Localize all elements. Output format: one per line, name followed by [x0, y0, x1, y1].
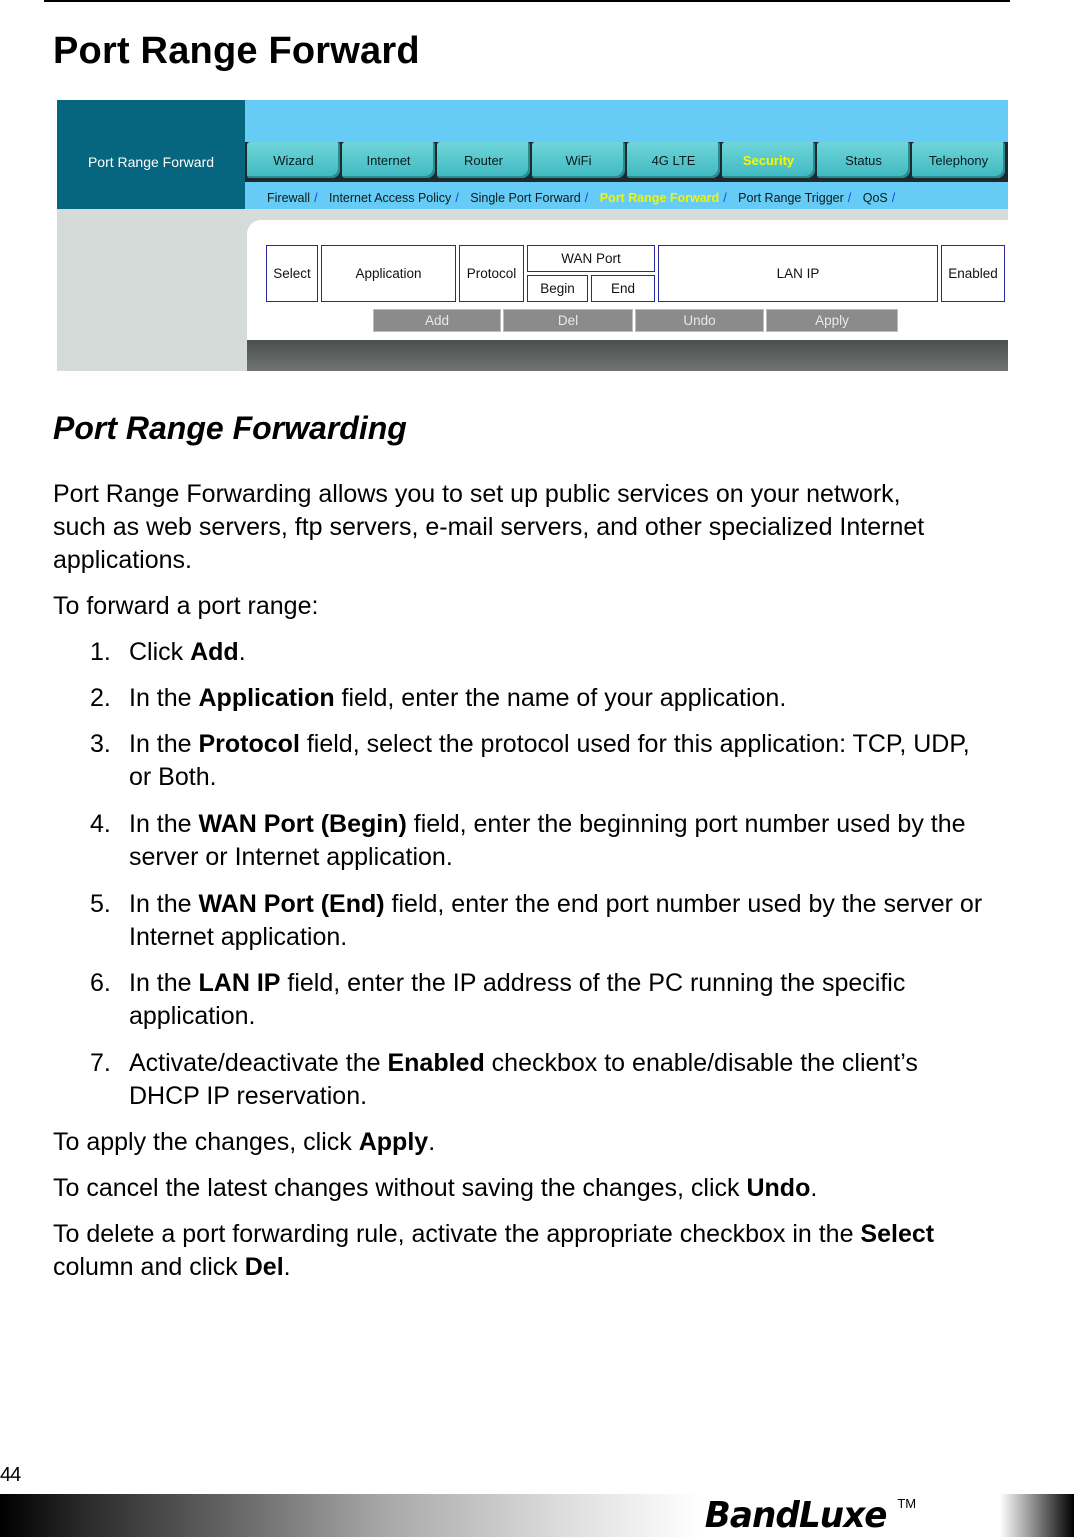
step-number: 5. [90, 890, 111, 918]
header-wan-begin: Begin [527, 275, 588, 302]
footer-gradient-bar [0, 1494, 700, 1537]
step-item: 5. In the WAN Port (End) field, enter th… [90, 888, 1015, 954]
header-protocol: Protocol [459, 245, 524, 302]
tab-internet[interactable]: Internet [342, 142, 435, 178]
left-panel [57, 209, 245, 371]
page-label: Port Range Forward [87, 154, 215, 170]
step-text: . [238, 638, 246, 666]
step-text: In the [129, 684, 199, 712]
step-item: 2. In the Application field, enter the n… [90, 682, 1020, 715]
step-text: In the [129, 730, 199, 758]
subnav-separator: / [891, 191, 896, 205]
step-keyword: Enabled [387, 1049, 485, 1077]
step-number: 6. [90, 969, 111, 997]
subnav-separator: / [314, 191, 318, 205]
page-title: Port Range Forward [53, 30, 420, 72]
note-text: . [810, 1174, 818, 1202]
step-text: Activate/deactivate the [129, 1049, 388, 1077]
top-rule [44, 0, 1010, 2]
step-number: 7. [90, 1049, 111, 1077]
undo-button[interactable]: Undo [635, 309, 764, 332]
step-keyword: WAN Port (Begin) [198, 810, 407, 838]
apply-note: To apply the changes, click Apply. [53, 1126, 1013, 1159]
note-keyword: Undo [746, 1174, 811, 1202]
apply-button[interactable]: Apply [766, 309, 898, 332]
step-number: 4. [90, 810, 111, 838]
header-lan-ip: LAN IP [658, 245, 938, 302]
footer-bar [247, 340, 1008, 371]
step-item: 1. Click Add. [90, 636, 1020, 669]
subnav-internet-access-policy[interactable]: Internet Access Policy [329, 191, 451, 205]
step-keyword: Application [198, 684, 335, 712]
router-ui-screenshot: Port Range Forward Wizard Internet Route… [57, 100, 1008, 371]
header-wan-port: WAN Port [527, 245, 655, 272]
subnav-separator: / [455, 191, 459, 205]
sub-navigation: Firewall / Internet Access Policy / Single… [267, 191, 903, 205]
note-text: . [283, 1253, 291, 1281]
header-enabled: Enabled [941, 245, 1005, 302]
tab-router[interactable]: Router [437, 142, 530, 178]
header-wan-end: End [591, 275, 655, 302]
note-keyword: Del [244, 1253, 284, 1281]
header-application: Application [321, 245, 456, 302]
step-keyword: LAN IP [198, 969, 281, 997]
page-label-block: Port Range Forward [57, 100, 245, 209]
undo-note: To cancel the latest changes without sav… [53, 1172, 1013, 1205]
tab-wifi[interactable]: WiFi [532, 142, 625, 178]
section-title: Port Range Forwarding [53, 410, 407, 446]
header-select: Select [266, 245, 318, 302]
tab-telephony[interactable]: Telephony [912, 142, 1005, 178]
intro-paragraph: Port Range Forwarding allows you to set … [53, 480, 925, 574]
step-number: 3. [90, 730, 111, 758]
note-text: To delete a port forwarding rule, activa… [53, 1220, 861, 1248]
step-text: In the [129, 890, 199, 918]
del-button[interactable]: Del [503, 309, 633, 332]
steps-lead: To forward a port range: [53, 592, 319, 620]
note-text: . [428, 1128, 436, 1156]
step-keyword: WAN Port (End) [198, 890, 385, 918]
subnav-separator: / [847, 191, 852, 205]
subnav-separator: / [723, 191, 727, 205]
subnav-port-range-forward[interactable]: Port Range Forward [600, 191, 719, 205]
step-keyword: Add [190, 638, 239, 666]
tab-4g-lte[interactable]: 4G LTE [627, 142, 720, 178]
page-number: 44 [0, 1464, 21, 1486]
add-button[interactable]: Add [373, 309, 501, 332]
step-item: 7. Activate/deactivate the Enabled check… [90, 1047, 990, 1113]
subnav-firewall[interactable]: Firewall [267, 191, 310, 205]
step-text: Click [129, 638, 191, 666]
step-keyword: Protocol [198, 730, 300, 758]
note-text: column and click [53, 1253, 245, 1281]
tab-status[interactable]: Status [817, 142, 910, 178]
subnav-qos[interactable]: QoS [863, 191, 888, 205]
step-item: 4. In the WAN Port (Begin) field, enter … [90, 808, 970, 874]
step-text: In the [129, 969, 199, 997]
note-text: To apply the changes, click [53, 1128, 359, 1156]
trademark-mark: TM [897, 1496, 917, 1511]
delete-note: To delete a port forwarding rule, activa… [53, 1218, 1003, 1284]
brand-logo-text: BandLuxe [704, 1495, 888, 1536]
step-text: In the [129, 810, 199, 838]
tab-security[interactable]: Security [722, 142, 815, 178]
step-number: 2. [90, 684, 111, 712]
subnav-port-range-trigger[interactable]: Port Range Trigger [738, 191, 844, 205]
subnav-single-port-forward[interactable]: Single Port Forward [470, 191, 580, 205]
subnav-separator: / [584, 191, 589, 205]
note-keyword: Select [860, 1220, 935, 1248]
step-text: field, enter the name of your applicatio… [334, 684, 787, 712]
brand-logo: BandLuxe TM [700, 1494, 916, 1537]
step-item: 6. In the LAN IP field, enter the IP add… [90, 967, 970, 1033]
main-tabs: Wizard Internet Router WiFi 4G LTE Secur… [245, 142, 1008, 182]
note-text: To cancel the latest changes without sav… [53, 1174, 747, 1202]
step-item: 3. In the Protocol field, select the pro… [90, 728, 990, 794]
note-keyword: Apply [358, 1128, 429, 1156]
step-number: 1. [90, 638, 111, 666]
tab-wizard[interactable]: Wizard [247, 142, 340, 178]
footer-right-gradient [1000, 1494, 1074, 1537]
